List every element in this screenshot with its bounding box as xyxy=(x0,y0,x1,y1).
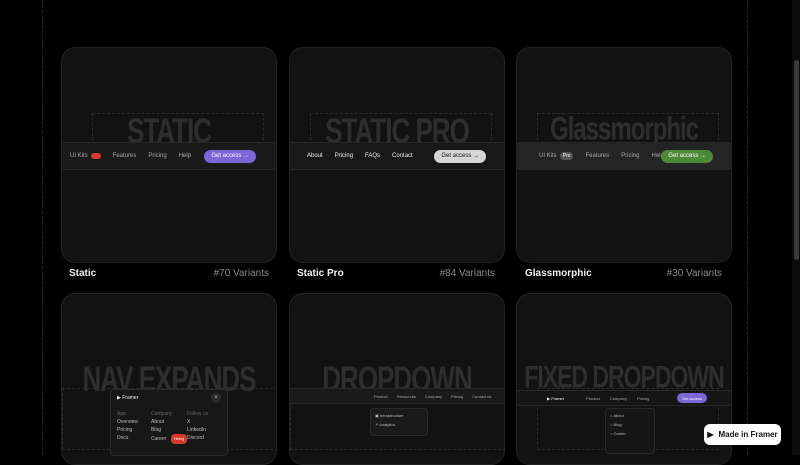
nav-link-ui-kits[interactable]: UI Kits xyxy=(70,153,101,159)
nav-link-pricing[interactable]: Pricing xyxy=(637,396,649,401)
nav-link-contact-us[interactable]: Contact us xyxy=(472,394,491,399)
nav-link-pricing[interactable]: Pricing xyxy=(451,394,463,399)
dropdown-menu: ○ About ○ Blog ○ Career xyxy=(605,408,655,454)
menu-item-career[interactable]: Career Hiring xyxy=(151,434,188,444)
card-static[interactable]: STATIC UI Kits Features Pricing Help Get… xyxy=(61,47,277,263)
menu-brand: ▶ Framer xyxy=(117,395,139,401)
menu-item-discord[interactable]: Discord xyxy=(187,434,208,442)
menu-item-x[interactable]: X xyxy=(187,418,208,426)
menu-item-about[interactable]: About xyxy=(151,418,187,426)
navbar: UI Kits Features Pricing Help Get access… xyxy=(62,142,276,170)
menu-item-docs[interactable]: Docs xyxy=(117,434,138,442)
nav-link-product[interactable]: Product xyxy=(586,396,600,401)
menu-item-analytics[interactable]: ↗ Analytics xyxy=(375,420,423,429)
hiring-badge: Hiring xyxy=(170,434,188,444)
nav-link-help[interactable]: Help xyxy=(179,153,191,159)
pro-badge: Pro xyxy=(559,152,574,160)
nav-link-product[interactable]: Product xyxy=(374,394,388,399)
nav-link-pricing[interactable]: Pricing xyxy=(621,153,639,159)
server-icon: ▣ xyxy=(375,413,379,418)
card-fixed-dropdown[interactable]: FIXED DROPDOWN ▶ Framer Product Company … xyxy=(516,293,732,465)
variant-count: #70 Variants xyxy=(213,268,269,279)
card-nav-expands[interactable]: NAV EXPANDS ▶ Framer × App Overview Pric… xyxy=(61,293,277,465)
menu-item-infrastructure[interactable]: ▣ Infrastructure xyxy=(375,411,423,420)
nav-link-features[interactable]: Features xyxy=(585,153,609,159)
guide-line-left xyxy=(42,0,43,455)
menu-column-follow: Follow us X LinkedIn Discord xyxy=(187,411,209,442)
close-icon: × xyxy=(214,395,218,401)
menu-item-about[interactable]: ○ About xyxy=(610,411,650,420)
variant-count: #84 Variants xyxy=(439,268,495,279)
pill-badge xyxy=(90,153,101,159)
menu-item-overview[interactable]: Overview xyxy=(117,418,138,426)
template-name: Static xyxy=(69,268,97,279)
arrow-right-icon: → xyxy=(473,153,479,159)
nav-link-faqs[interactable]: FAQs xyxy=(365,153,380,159)
get-access-button[interactable]: Get access → xyxy=(661,149,713,163)
template-name: Glassmorphic xyxy=(525,268,592,279)
scrollbar-thumb[interactable] xyxy=(794,60,799,260)
guide-line-right xyxy=(747,0,748,455)
menu-item-blog[interactable]: Blog xyxy=(151,426,187,434)
framer-logo-icon: ▶ xyxy=(547,395,551,401)
nav-link-company[interactable]: Company xyxy=(425,394,442,399)
get-access-button[interactable]: Get access → xyxy=(434,149,486,163)
menu-item-career[interactable]: ○ Career xyxy=(610,429,650,438)
card-static-pro[interactable]: STATIC PRO About Pricing FAQs Contact Ge… xyxy=(289,47,505,263)
nav-link-about[interactable]: About xyxy=(307,153,323,159)
variant-count: #30 Variants xyxy=(666,268,722,279)
menu-column-company: Company About Blog Career Hiring xyxy=(151,410,188,444)
navbar: ▶ Framer Product Company Pricing Get acc… xyxy=(517,390,731,406)
scrollbar[interactable] xyxy=(792,0,800,455)
badge-label: Made in Framer xyxy=(718,430,778,439)
made-in-framer-badge[interactable]: ▶ Made in Framer xyxy=(704,424,781,445)
framer-logo-icon: ▶ xyxy=(707,430,714,439)
mega-menu: ▶ Framer × App Overview Pricing Docs Com… xyxy=(110,389,228,456)
briefcase-icon: ○ xyxy=(610,431,613,436)
framer-logo-icon: ▶ xyxy=(117,395,121,401)
card-dropdown[interactable]: DROPDOWN Product Resources Company Prici… xyxy=(289,293,505,465)
menu-item-pricing[interactable]: Pricing xyxy=(117,426,138,434)
get-access-button[interactable]: Get access xyxy=(676,393,707,403)
menu-column-app: App Overview Pricing Docs xyxy=(117,411,138,442)
get-access-button[interactable]: Get access → xyxy=(204,149,256,163)
menu-item-blog[interactable]: ○ Blog xyxy=(610,420,650,429)
navbar: About Pricing FAQs Contact Get access → xyxy=(290,142,504,170)
nav-link-features[interactable]: Features xyxy=(113,153,137,159)
nav-link-pricing[interactable]: Pricing xyxy=(148,153,166,159)
nav-brand: ▶ Framer xyxy=(547,395,565,401)
document-icon: ○ xyxy=(610,422,613,427)
navbar: Product Resources Company Pricing Contac… xyxy=(290,388,504,404)
nav-link-pricing[interactable]: Pricing xyxy=(335,153,353,159)
nav-link-ui-kits[interactable]: UI Kits Pro xyxy=(539,152,574,160)
arrow-right-icon: → xyxy=(700,153,706,159)
dropdown-menu: ▣ Infrastructure ↗ Analytics xyxy=(370,408,428,436)
card-glassmorphic[interactable]: Glassmorphic UI Kits Pro Features Pricing… xyxy=(516,47,732,263)
nav-link-resources[interactable]: Resources xyxy=(397,394,416,399)
chart-icon: ↗ xyxy=(375,422,379,427)
navbar: UI Kits Pro Features Pricing Help Get acc… xyxy=(517,142,731,170)
template-name: Static Pro xyxy=(297,268,344,279)
nav-link-contact[interactable]: Contact xyxy=(392,153,413,159)
menu-item-linkedin[interactable]: LinkedIn xyxy=(187,426,208,434)
arrow-right-icon: → xyxy=(243,153,249,159)
nav-link-company[interactable]: Company xyxy=(610,396,627,401)
close-button[interactable]: × xyxy=(211,393,221,403)
